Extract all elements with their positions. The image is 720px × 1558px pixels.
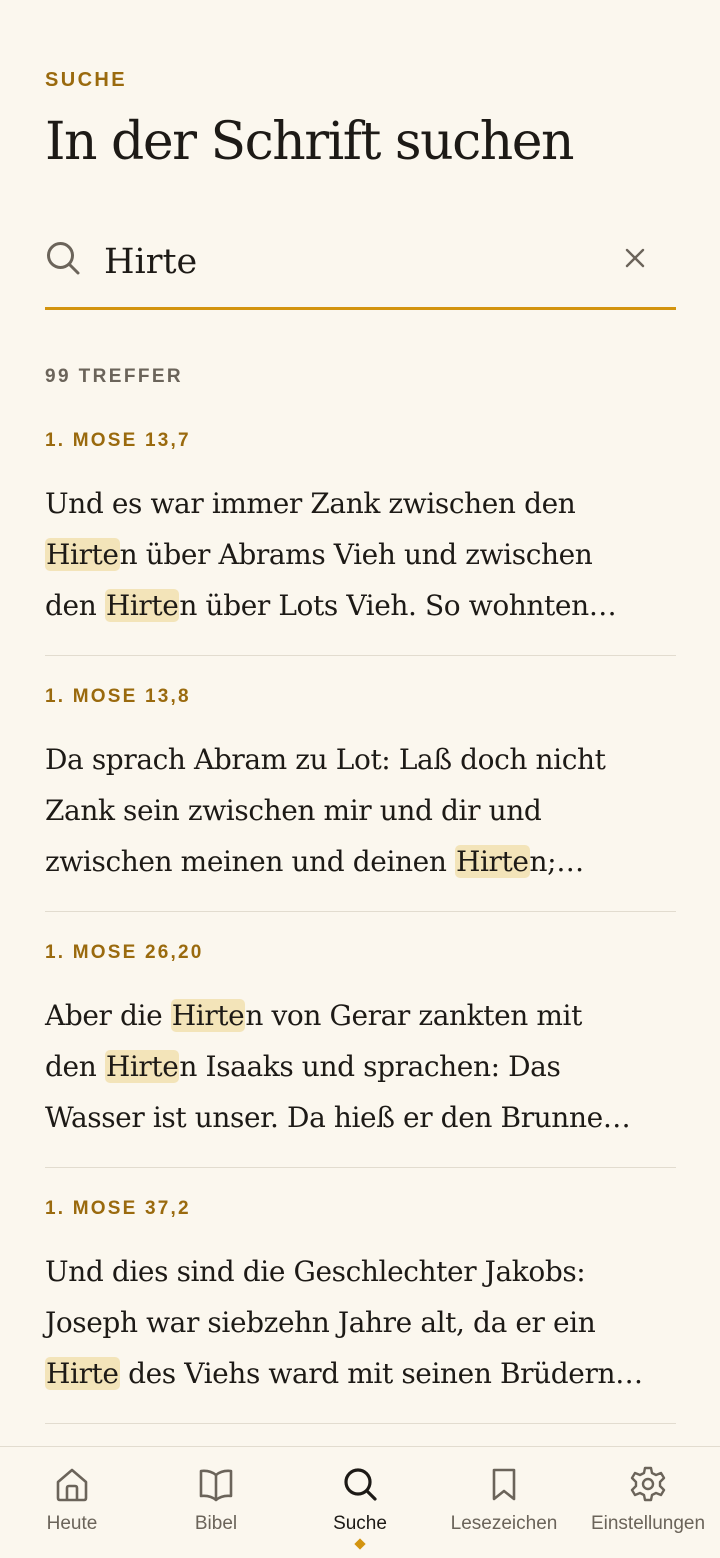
search-input[interactable] — [104, 238, 604, 286]
result-item[interactable]: 1. MOSE 26,20 Aber die Hirten von Gerar z… — [45, 912, 676, 1168]
bottom-navigation: Heute Bibel Suche Lesezeichen Einstellun… — [0, 1446, 720, 1558]
open-book-icon — [199, 1469, 233, 1502]
bookmark-icon — [492, 1468, 516, 1501]
page-title: In der Schrift suchen — [45, 112, 574, 172]
snippet-line: zwischen meinen und deinen Hirten;… — [45, 836, 685, 887]
snippet-text: Joseph war siebzehn Jahre alt, da er ein — [45, 1306, 596, 1339]
snippet-line: Aber die Hirten von Gerar zankten mit — [45, 990, 685, 1041]
snippet-line: den Hirten über Lots Vieh. So wohnten… — [45, 580, 685, 631]
snippet-text: den — [45, 589, 105, 622]
snippet-text: Und dies sind die Geschlechter Jakobs: — [45, 1255, 586, 1288]
nav-label: Suche — [333, 1513, 387, 1534]
gear-icon — [630, 1466, 666, 1502]
nav-item-heute[interactable]: Heute — [0, 1447, 144, 1558]
snippet-line: Und es war immer Zank zwischen den — [45, 478, 685, 529]
result-item[interactable]: 1. MOSE 37,2 Und dies sind die Geschlecht… — [45, 1168, 676, 1424]
snippet-text: n über Lots Vieh. So wohnten… — [179, 589, 617, 622]
verse-snippet: Da sprach Abram zu Lot: Laß doch nicht Za… — [45, 734, 685, 887]
snippet-text: Und es war immer Zank zwischen den — [45, 487, 576, 520]
snippet-text: des Viehs ward mit seinen Brüdern… — [119, 1357, 643, 1390]
snippet-text: Aber die — [45, 999, 171, 1032]
match-highlight: Hirte — [45, 1357, 120, 1390]
snippet-line: Hirte des Viehs ward mit seinen Brüdern… — [45, 1348, 685, 1399]
nav-item-suche[interactable]: Suche — [288, 1447, 432, 1558]
snippet-text: Wasser ist unser. Da hieß er den Brunne… — [45, 1101, 631, 1134]
snippet-line: Und dies sind die Geschlechter Jakobs: — [45, 1246, 685, 1297]
nav-item-lesezeichen[interactable]: Lesezeichen — [432, 1447, 576, 1558]
snippet-text: n Isaaks und sprachen: Das — [179, 1050, 561, 1083]
snippet-text: zwischen meinen und deinen — [45, 845, 455, 878]
snippet-line: Zank sein zwischen mir und dir und — [45, 785, 685, 836]
snippet-text: n;… — [529, 845, 585, 878]
verse-snippet: Aber die Hirten von Gerar zankten mit den… — [45, 990, 685, 1143]
snippet-line: Joseph war siebzehn Jahre alt, da er ein — [45, 1297, 685, 1348]
home-icon — [56, 1468, 88, 1502]
verse-snippet: Und dies sind die Geschlechter Jakobs: Jo… — [45, 1246, 685, 1399]
result-item[interactable]: 1. MOSE 13,7 Und es war immer Zank zwisch… — [45, 400, 676, 656]
verse-reference: 1. MOSE 26,20 — [45, 942, 204, 963]
active-indicator — [354, 1538, 366, 1550]
verse-reference: 1. MOSE 13,7 — [45, 430, 191, 451]
close-icon[interactable] — [623, 246, 647, 270]
section-eyebrow: SUCHE — [45, 69, 128, 91]
snippet-text: n über Abrams Vieh und zwischen — [119, 538, 593, 571]
match-highlight: Hirte — [104, 1050, 180, 1083]
search-icon — [344, 1468, 377, 1501]
nav-item-bibel[interactable]: Bibel — [144, 1447, 288, 1558]
nav-label: Lesezeichen — [450, 1513, 558, 1534]
match-highlight: Hirte — [45, 538, 120, 571]
snippet-line: den Hirten Isaaks und sprachen: Das — [45, 1041, 685, 1092]
snippet-line: Wasser ist unser. Da hieß er den Brunne… — [45, 1092, 685, 1143]
nav-label: Einstellungen — [590, 1513, 706, 1534]
snippet-text: den — [45, 1050, 105, 1083]
result-item[interactable]: 1. MOSE 13,8 Da sprach Abram zu Lot: Laß … — [45, 656, 676, 912]
nav-item-einstellungen[interactable]: Einstellungen — [576, 1447, 720, 1558]
match-highlight: Hirte — [104, 589, 180, 622]
search-icon — [47, 242, 80, 275]
snippet-text: Da sprach Abram zu Lot: Laß doch nicht — [45, 743, 606, 776]
nav-label: Bibel — [194, 1513, 238, 1534]
verse-snippet: Und es war immer Zank zwischen den Hirten… — [45, 478, 685, 631]
search-bar[interactable] — [45, 226, 676, 310]
result-count: 99 TREFFER — [45, 366, 184, 387]
snippet-line: Da sprach Abram zu Lot: Laß doch nicht — [45, 734, 685, 785]
nav-label: Heute — [46, 1513, 98, 1534]
verse-reference: 1. MOSE 37,2 — [45, 1198, 191, 1219]
snippet-line: Hirten über Abrams Vieh und zwischen — [45, 529, 685, 580]
snippet-text: n von Gerar zankten mit — [245, 999, 582, 1032]
match-highlight: Hirte — [454, 845, 530, 878]
match-highlight: Hirte — [170, 999, 246, 1032]
snippet-text: Zank sein zwischen mir und dir und — [45, 794, 542, 827]
verse-reference: 1. MOSE 13,8 — [45, 686, 191, 707]
